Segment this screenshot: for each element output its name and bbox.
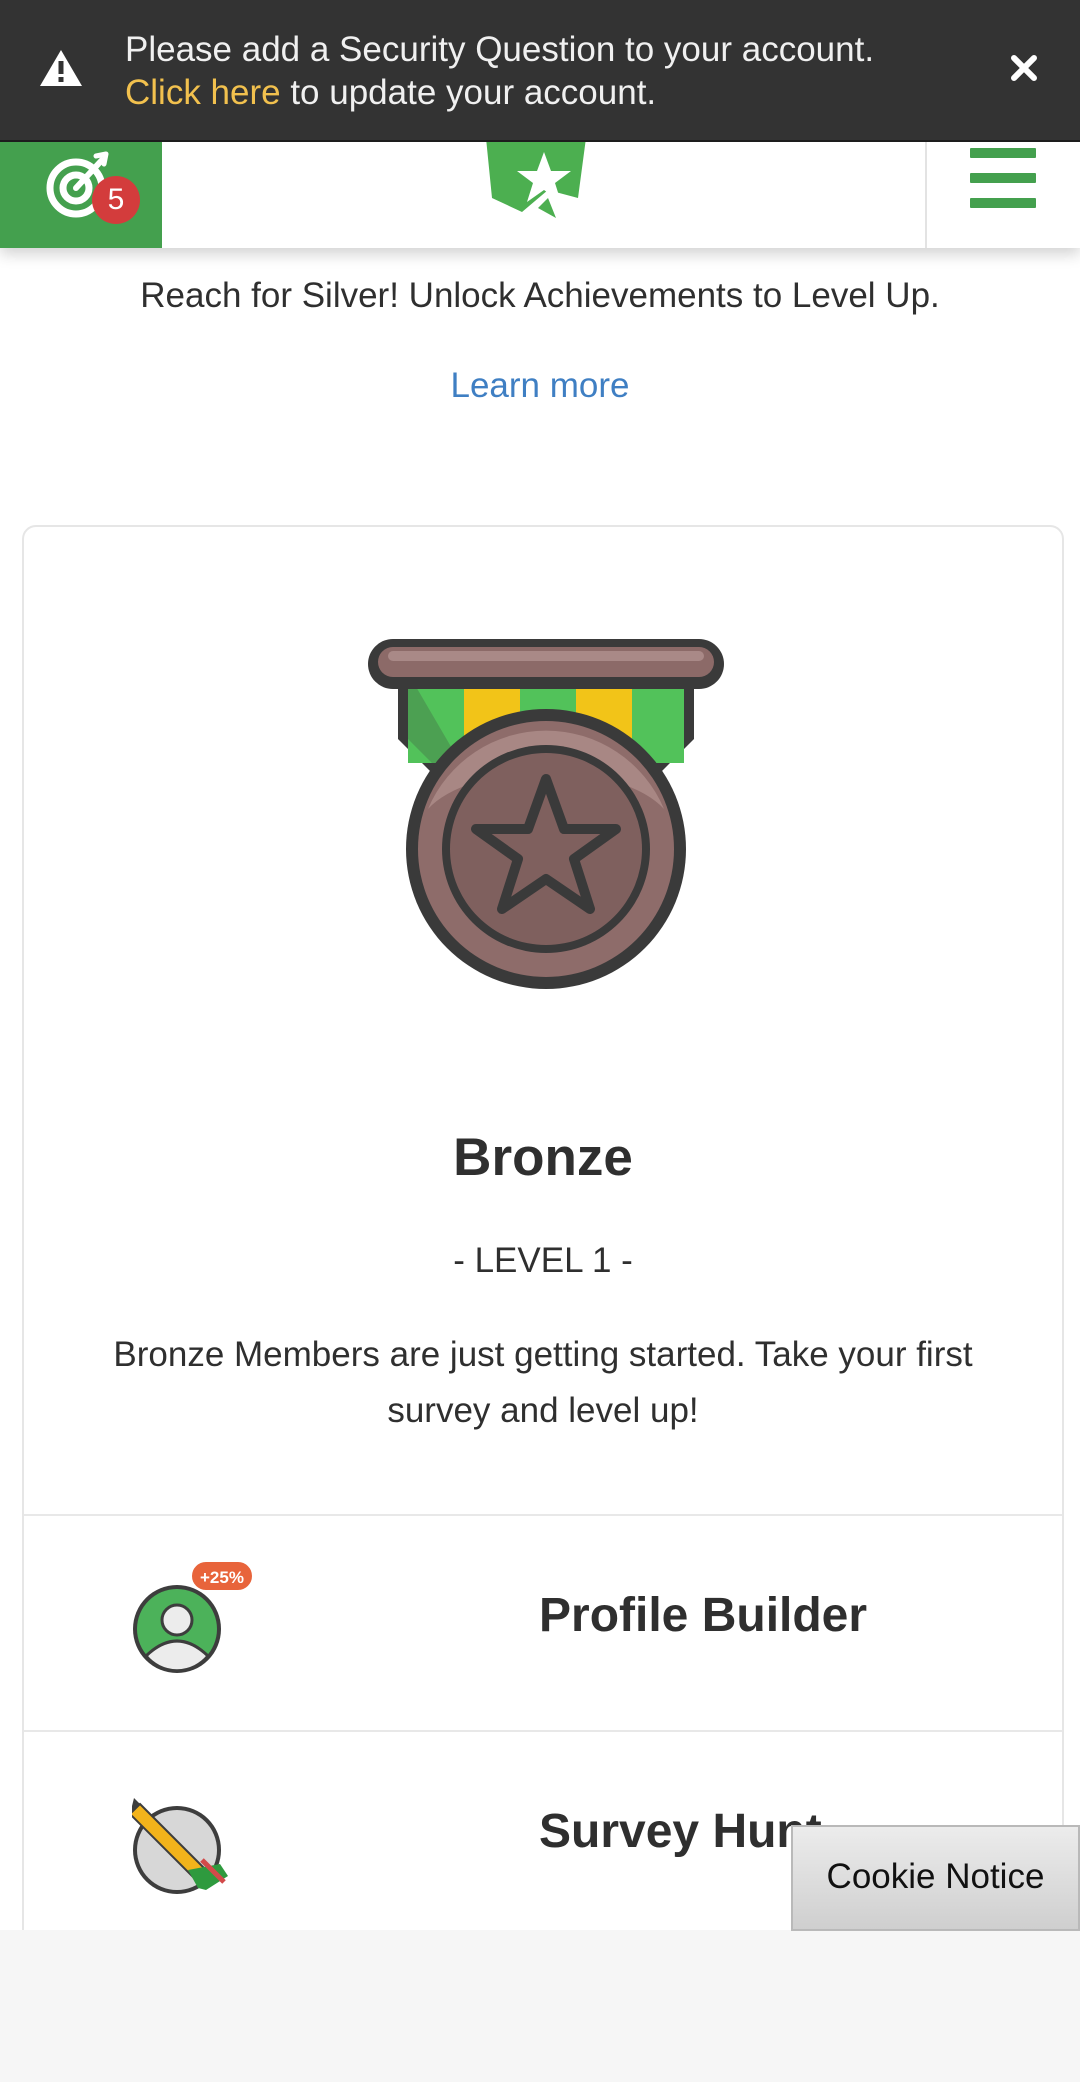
- alert-update-link[interactable]: Click here: [125, 73, 281, 112]
- hamburger-menu-icon[interactable]: [970, 148, 1040, 212]
- learn-more-link[interactable]: Learn more: [451, 366, 630, 405]
- close-icon[interactable]: [1000, 44, 1048, 92]
- level-description: Bronze Members are just getting started.…: [113, 1335, 973, 1430]
- alert-message: Please add a Security Question to your a…: [125, 28, 965, 114]
- site-header: 5: [0, 138, 1080, 248]
- pencil-arrow-icon: [132, 1798, 228, 1894]
- warning-icon: [40, 50, 82, 86]
- level-card: Bronze - LEVEL 1 - Bronze Members are ju…: [22, 525, 1064, 2005]
- bronze-medal-icon: [368, 639, 724, 989]
- goals-button[interactable]: 5: [0, 142, 162, 248]
- achievement-label: Survey Hunt: [539, 1805, 822, 1858]
- alert-message-text: Please add a Security Question to your a…: [125, 30, 875, 69]
- level-number: - LEVEL 1 -: [453, 1241, 633, 1280]
- star-logo[interactable]: [478, 138, 608, 220]
- bonus-badge: +25%: [190, 1560, 254, 1592]
- goals-count-badge: 5: [92, 176, 140, 224]
- page-bottom-area: [0, 1930, 1080, 2082]
- security-alert-banner: Please add a Security Question to your a…: [0, 0, 1080, 142]
- achievement-label: Profile Builder: [539, 1589, 868, 1642]
- level-name: Bronze: [453, 1128, 633, 1187]
- level-up-promo: Reach for Silver! Unlock Achievements to…: [140, 276, 940, 315]
- cookie-notice-button[interactable]: Cookie Notice: [791, 1825, 1080, 1931]
- header-divider: [925, 142, 927, 248]
- achievement-row-profile-builder[interactable]: +25% Profile Builder: [24, 1514, 1062, 1730]
- alert-link-suffix: to update your account.: [280, 73, 657, 112]
- learn-more-container: Learn more: [0, 366, 1080, 406]
